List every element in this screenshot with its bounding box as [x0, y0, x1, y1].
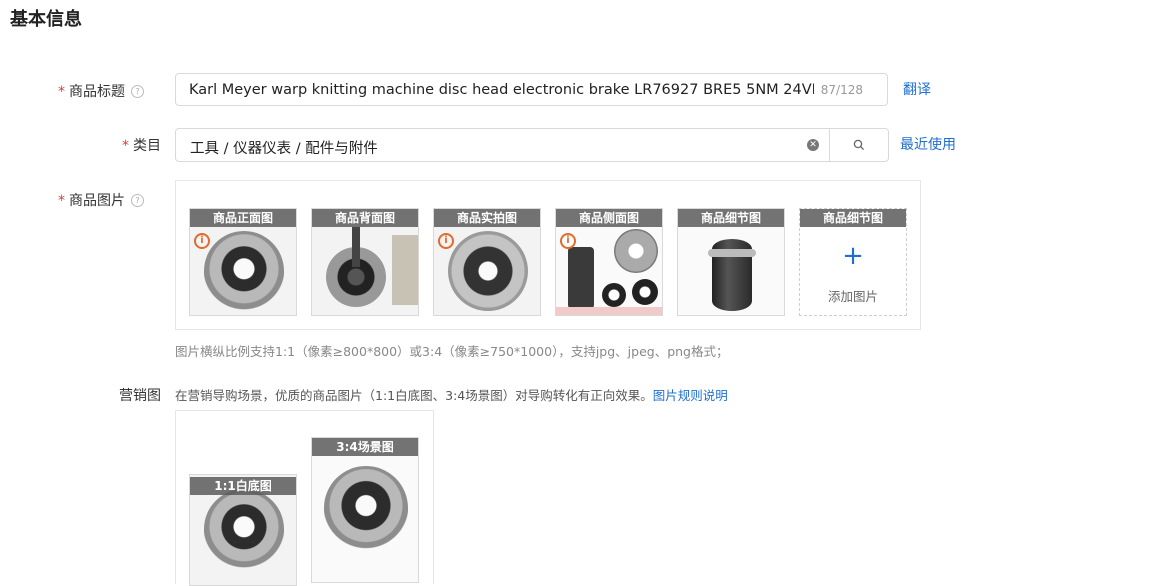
images-label: 商品图片 [69, 193, 125, 209]
image-caption: 商品细节图 [678, 209, 784, 227]
image-caption: 商品正面图 [190, 209, 296, 227]
image-ratio-hint: 图片横纵比例支持1:1（像素≥800*800）或3:4（像素≥750*1000）… [175, 344, 729, 359]
clear-circle-icon[interactable]: ✕ [807, 139, 819, 151]
category-value: 工具 / 仪器仪表 / 配件与附件 [190, 141, 378, 157]
product-image-back[interactable]: 商品背面图 [311, 208, 419, 316]
images-label-row: * 商品图片? [44, 190, 144, 210]
plus-icon: + [842, 241, 864, 271]
image-caption: 3:4场景图 [312, 438, 418, 456]
product-image-front[interactable]: 商品正面图 i [189, 208, 297, 316]
title-input[interactable]: Karl Meyer warp knitting machine disc he… [175, 73, 888, 106]
warning-circle-icon[interactable]: i [560, 233, 576, 249]
marketing-images-panel: 1:1白底图 3:4场景图 [175, 410, 434, 586]
marketing-image-scene[interactable]: 3:4场景图 [311, 437, 419, 583]
image-caption: 商品侧面图 [556, 209, 662, 227]
image-caption: 1:1白底图 [190, 477, 296, 495]
question-circle-icon[interactable]: ? [131, 194, 144, 207]
image-rules-link[interactable]: 图片规则说明 [653, 388, 728, 403]
category-select[interactable]: 工具 / 仪器仪表 / 配件与附件 ✕ [175, 128, 830, 162]
title-input-value[interactable]: Karl Meyer warp knitting machine disc he… [189, 82, 814, 98]
product-image-detail[interactable]: 商品细节图 [677, 208, 785, 316]
required-mark: * [58, 193, 65, 209]
category-label-row: * 类目 [61, 135, 161, 155]
image-caption: 商品背面图 [312, 209, 418, 227]
category-label: 类目 [133, 138, 161, 154]
recent-used-link[interactable]: 最近使用 [900, 134, 956, 154]
search-icon [853, 139, 865, 151]
marketing-hint: 在营销导购场景，优质的商品图片（1:1白底图、3:4场景图）对导购转化有正向效果… [175, 385, 728, 404]
section-title: 基本信息 [10, 9, 82, 30]
product-image-real[interactable]: 商品实拍图 i [433, 208, 541, 316]
warning-circle-icon[interactable]: i [438, 233, 454, 249]
marketing-label: 营销图 [119, 388, 161, 404]
add-image-label: 添加图片 [827, 289, 878, 304]
image-caption: 商品实拍图 [434, 209, 540, 227]
title-label: 商品标题 [69, 84, 125, 100]
required-mark: * [122, 138, 129, 154]
translate-link[interactable]: 翻译 [903, 79, 931, 99]
title-label-row: * 商品标题? [44, 81, 144, 101]
question-circle-icon[interactable]: ? [131, 85, 144, 98]
title-char-count: 87/128 [820, 83, 863, 97]
marketing-image-white[interactable]: 1:1白底图 [189, 474, 297, 586]
image-caption: 商品细节图 [800, 209, 906, 227]
required-mark: * [58, 84, 65, 100]
product-image-side[interactable]: 商品侧面图 i [555, 208, 663, 316]
category-search-button[interactable] [829, 128, 889, 162]
add-image-button[interactable]: 商品细节图 + 添加图片 [799, 208, 907, 316]
warning-circle-icon[interactable]: i [194, 233, 210, 249]
product-images-panel: 商品正面图 i 商品背面图 商品实拍图 i 商品侧面图 i 商品细节图 商品细节… [175, 180, 921, 330]
marketing-hint-text: 在营销导购场景，优质的商品图片（1:1白底图、3:4场景图）对导购转化有正向效果… [175, 388, 653, 403]
